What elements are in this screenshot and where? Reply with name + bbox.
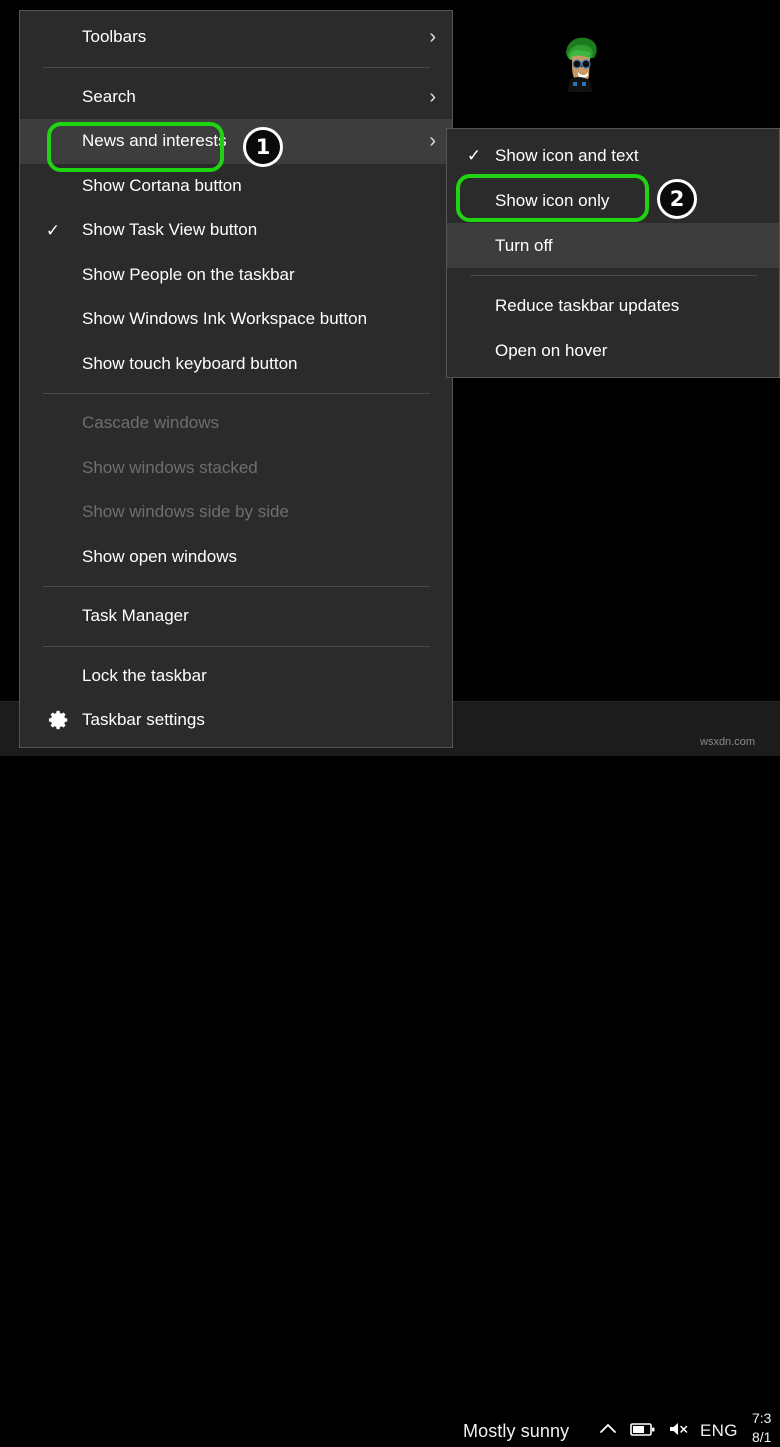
clock-date: 8/1: [752, 1428, 771, 1447]
input-language-indicator[interactable]: ENG: [700, 1421, 738, 1441]
menu-item-label: Lock the taskbar: [20, 666, 207, 686]
clock-time: 7:3: [752, 1409, 771, 1428]
submenu-item-show-icon-and-text[interactable]: ✓Show icon and text: [447, 133, 779, 178]
menu-separator: [43, 586, 430, 587]
menu-item-label: Show Windows Ink Workspace button: [20, 309, 367, 329]
menu-item-taskbar-settings[interactable]: Taskbar settings: [20, 698, 452, 743]
gear-icon: [48, 709, 70, 731]
submenu-item-label: Show icon only: [447, 191, 609, 211]
chevron-right-icon: ›: [429, 87, 436, 107]
menu-separator: [43, 67, 430, 68]
battery-icon[interactable]: [630, 1420, 656, 1438]
site-watermark: wsxdn.com: [700, 736, 755, 748]
menu-item-show-open-windows[interactable]: Show open windows: [20, 535, 452, 580]
menu-item-search[interactable]: Search ›: [20, 75, 452, 120]
taskbar-context-menu[interactable]: Toolbars › Search › News and interests › Show …: [19, 10, 453, 748]
menu-item-label: Toolbars: [20, 27, 146, 47]
submenu-item-reduce-taskbar-updates[interactable]: Reduce taskbar updates: [447, 283, 779, 328]
menu-separator: [43, 646, 430, 647]
menu-item-show-windows-side-by-side: Show windows side by side: [20, 490, 452, 535]
chevron-right-icon: ›: [429, 131, 436, 151]
submenu-item-label: Open on hover: [447, 341, 607, 361]
menu-item-label: Show open windows: [20, 547, 237, 567]
menu-item-label: Show windows stacked: [20, 458, 258, 478]
menu-item-label: Cascade windows: [20, 413, 219, 433]
menu-item-task-manager[interactable]: Task Manager: [20, 594, 452, 639]
step-badge-1: 1: [243, 127, 283, 167]
clock-and-date[interactable]: 7:3 8/1: [752, 1409, 771, 1447]
cartoon-avatar-icon: [556, 32, 604, 92]
menu-item-label: Task Manager: [20, 606, 189, 626]
menu-item-label: News and interests: [20, 131, 227, 151]
volume-muted-icon[interactable]: [667, 1420, 691, 1438]
menu-item-toolbars[interactable]: Toolbars ›: [20, 15, 452, 60]
menu-item-label: Show windows side by side: [20, 502, 289, 522]
menu-item-label: Show touch keyboard button: [20, 354, 297, 374]
chevron-right-icon: ›: [429, 27, 436, 47]
menu-item-show-task-view-button[interactable]: ✓Show Task View button: [20, 208, 452, 253]
menu-separator: [470, 275, 757, 276]
menu-item-label: Show Cortana button: [20, 176, 242, 196]
show-hidden-icons-chevron-icon[interactable]: [597, 1420, 619, 1438]
menu-item-show-windows-stacked: Show windows stacked: [20, 446, 452, 491]
submenu-item-label: Reduce taskbar updates: [447, 296, 679, 316]
submenu-item-turn-off[interactable]: Turn off: [447, 223, 779, 268]
submenu-item-open-on-hover[interactable]: Open on hover: [447, 328, 779, 373]
menu-item-label: Show People on the taskbar: [20, 265, 295, 285]
menu-item-news-and-interests[interactable]: News and interests ›: [20, 119, 452, 164]
menu-item-lock-the-taskbar[interactable]: Lock the taskbar: [20, 654, 452, 699]
menu-item-show-cortana-button[interactable]: Show Cortana button: [20, 164, 452, 209]
menu-item-cascade-windows: Cascade windows: [20, 401, 452, 446]
checkmark-icon: ✓: [42, 222, 64, 239]
taskbar-weather-label[interactable]: Mostly sunny: [463, 1421, 569, 1442]
menu-separator: [43, 393, 430, 394]
menu-item-show-windows-ink-workspace-button[interactable]: Show Windows Ink Workspace button: [20, 297, 452, 342]
checkmark-icon: ✓: [463, 147, 485, 164]
step-badge-2: 2: [657, 179, 697, 219]
menu-item-show-people-on-the-taskbar[interactable]: Show People on the taskbar: [20, 253, 452, 298]
submenu-item-show-icon-only[interactable]: Show icon only: [447, 178, 779, 223]
menu-item-label: Search: [20, 87, 136, 107]
submenu-item-label: Turn off: [447, 236, 553, 256]
menu-item-show-touch-keyboard-button[interactable]: Show touch keyboard button: [20, 342, 452, 387]
news-and-interests-submenu[interactable]: ✓Show icon and text Show icon only Turn of…: [446, 128, 780, 378]
